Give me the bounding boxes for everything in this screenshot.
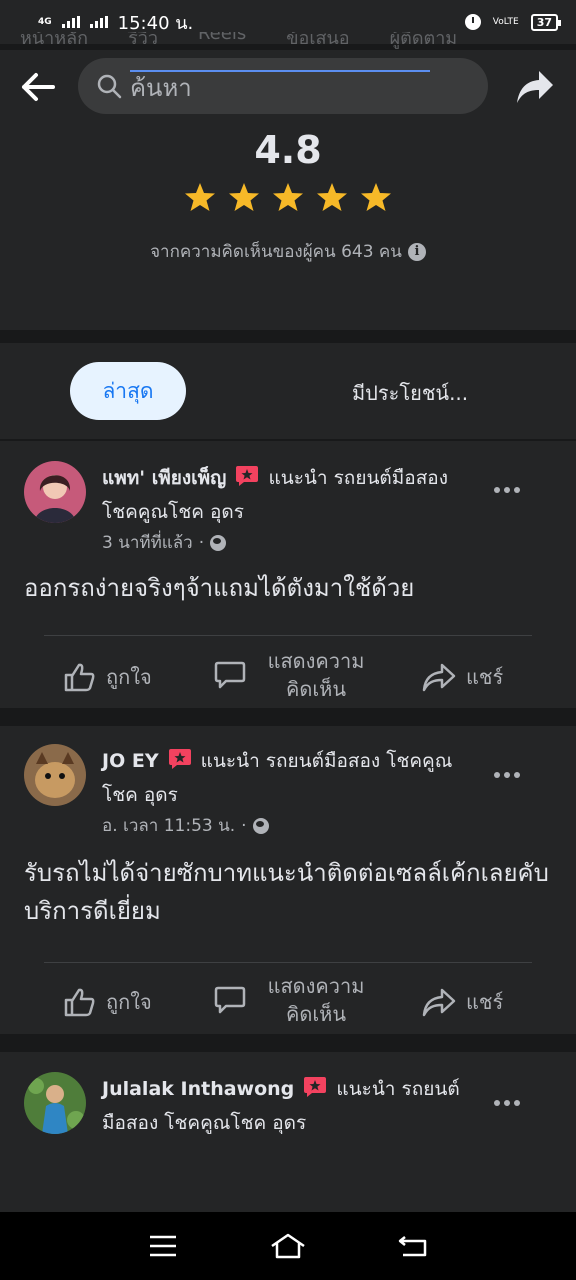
post-time[interactable]: อ. เวลา 11:53 น. [102, 812, 235, 840]
share-label: แชร์ [466, 990, 504, 1014]
rating-caption: จากความคิดเห็นของผู้คน 643 คน [150, 242, 402, 262]
comment-icon [214, 661, 246, 689]
post-body: รับรถไม่ได้จ่ายซักบาทแนะนำติดต่อเซลล์เค้… [24, 859, 549, 925]
info-icon[interactable]: i [407, 242, 426, 261]
search-icon [97, 74, 122, 99]
divider [44, 962, 532, 963]
more-options-button[interactable] [494, 1100, 522, 1110]
page-tabs-strip: หน้าหลัก รีวิว Reels ข้อเสนอ ผู้ติดตาม [20, 32, 576, 50]
post-header: Julalak Inthawong แนะนำ รถยนต์มือสอง โชค… [102, 1072, 482, 1140]
post-header: แพท' เพียงเพ็ญ แนะนำ รถยนต์มือสอง โชคคูณ… [102, 461, 482, 557]
alarm-icon [464, 14, 481, 30]
volte-icon: VoLTE [492, 17, 519, 27]
more-options-button[interactable] [494, 487, 522, 497]
comment-button[interactable]: แสดงความคิดเห็น [214, 647, 376, 703]
comment-label-line1: แสดงความ [267, 974, 365, 998]
home-icon [271, 1233, 305, 1259]
like-icon [64, 663, 95, 692]
share-icon [422, 663, 456, 692]
like-label: ถูกใจ [106, 990, 152, 1014]
like-button[interactable]: ถูกใจ [64, 661, 152, 693]
recommend-icon [168, 749, 191, 769]
share-button[interactable]: แชร์ [422, 661, 503, 693]
comment-label-line2: คิดเห็น [285, 1002, 347, 1026]
avatar[interactable] [24, 461, 86, 523]
rating-summary: 4.8 จากความคิดเห็นของผู้คน 643 คน i [0, 124, 576, 330]
tab-reviews[interactable]: รีวิว [128, 32, 158, 49]
post-meta: อ. เวลา 11:53 น. · [102, 812, 482, 840]
review-filters: ล่าสุด มีประโยชน์... [0, 343, 576, 439]
menu-nav-button[interactable] [133, 1226, 193, 1266]
rating-stars [0, 182, 576, 212]
review-post: JO EY แนะนำ รถยนต์มือสอง โชคคูณโชค อุดร … [0, 726, 576, 1034]
share-arrow-icon [517, 71, 553, 103]
rating-caption-row: จากความคิดเห็นของผู้คน 643 คน i [0, 238, 576, 265]
share-button[interactable]: แชร์ [422, 986, 503, 1018]
comment-label-line2: คิดเห็น [285, 677, 347, 701]
menu-icon [149, 1235, 176, 1257]
globe-icon [252, 818, 269, 834]
author-name[interactable]: JO EY [102, 750, 159, 772]
home-nav-button[interactable] [258, 1226, 318, 1266]
star-icon [185, 183, 215, 211]
network-type: 4G [38, 16, 52, 27]
tab-offers[interactable]: ข้อเสนอ [286, 32, 349, 49]
star-icon [273, 183, 303, 211]
post-time[interactable]: 3 นาทีที่แล้ว [102, 529, 193, 557]
like-label: ถูกใจ [106, 665, 152, 689]
recommend-icon [236, 466, 259, 486]
recommend-icon [304, 1077, 327, 1097]
battery-icon: 37 [530, 13, 562, 31]
share-icon [422, 988, 456, 1017]
like-icon [64, 988, 95, 1017]
filter-helpful[interactable]: มีประโยชน์... [352, 377, 468, 409]
author-name[interactable]: Julalak Inthawong [102, 1078, 294, 1100]
top-bar [0, 50, 576, 124]
post-header: JO EY แนะนำ รถยนต์มือสอง โชคคูณโชค อุดร … [102, 744, 482, 840]
author-name[interactable]: แพท' เพียงเพ็ญ [102, 467, 226, 489]
rating-value: 4.8 [254, 128, 322, 172]
review-post: Julalak Inthawong แนะนำ รถยนต์มือสอง โชค… [0, 1052, 576, 1212]
tab-home[interactable]: หน้าหลัก [20, 32, 88, 49]
post-body: ออกรถง่ายจริงๆจ้าแถมได้ตังมาใช้ด้วย [24, 574, 415, 602]
system-nav-bar [0, 1212, 576, 1280]
share-label: แชร์ [466, 665, 504, 689]
tab-followers[interactable]: ผู้ติดตาม [390, 32, 458, 49]
avatar[interactable] [24, 744, 86, 806]
post-actions: ถูกใจ แสดงความคิดเห็น แชร์ [0, 641, 576, 717]
review-post: แพท' เพียงเพ็ญ แนะนำ รถยนต์มือสอง โชคคูณ… [0, 441, 576, 708]
globe-icon [210, 535, 227, 551]
back-button[interactable] [0, 50, 76, 124]
back-arrow-icon [22, 73, 55, 101]
post-meta: 3 นาทีที่แล้ว · [102, 529, 482, 557]
comment-label-line1: แสดงความ [267, 649, 365, 673]
comment-icon [214, 986, 246, 1014]
divider [44, 635, 532, 636]
more-options-button[interactable] [494, 772, 522, 782]
tab-reels[interactable]: Reels [198, 32, 246, 44]
comment-button[interactable]: แสดงความคิดเห็น [214, 972, 376, 1028]
star-icon [229, 183, 259, 211]
signal-icon [61, 16, 80, 28]
back-nav-button[interactable] [383, 1226, 443, 1266]
star-icon [317, 183, 347, 211]
back-nav-icon [399, 1236, 427, 1257]
star-icon [361, 183, 391, 211]
post-actions: ถูกใจ แสดงความคิดเห็น แชร์ [0, 968, 576, 1044]
search-input[interactable] [130, 70, 430, 102]
share-page-button[interactable] [512, 64, 558, 110]
like-button[interactable]: ถูกใจ [64, 986, 152, 1018]
search-bar[interactable] [78, 58, 488, 114]
signal-2-icon [89, 16, 108, 28]
avatar[interactable] [24, 1072, 86, 1134]
filter-latest[interactable]: ล่าสุด [70, 362, 186, 420]
